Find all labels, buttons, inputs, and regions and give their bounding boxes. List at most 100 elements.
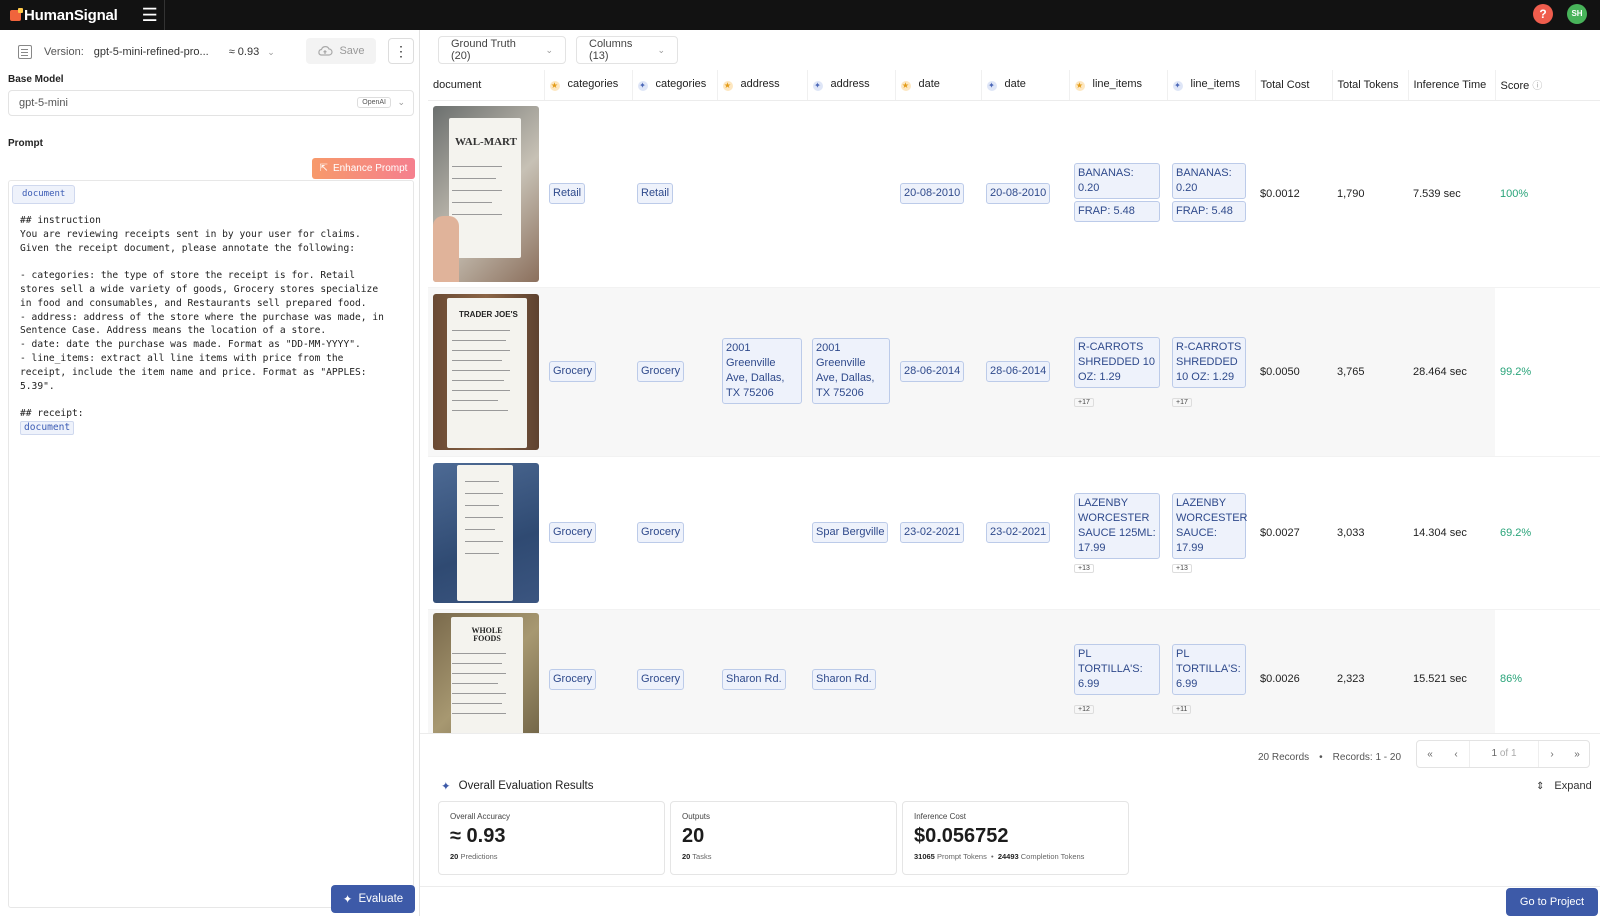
pred-category-chip[interactable]: Grocery [637, 522, 685, 543]
prompt-editor[interactable]: document ## instruction You are reviewin… [8, 180, 414, 908]
more-options-icon[interactable]: ⋮ [388, 38, 414, 64]
more-items-badge[interactable]: +11 [1172, 705, 1192, 714]
column-header-inference-time[interactable]: Inference Time [1408, 70, 1496, 101]
pagination-controls: « ‹ 1 of 1 › » [1416, 740, 1590, 768]
pred-line-item-chip[interactable]: BANANAS: 0.20 [1172, 163, 1246, 199]
bottom-action-bar [420, 886, 1600, 916]
prompt-editor-panel: Version: gpt-5-mini-refined-pro... ≈ 0.9… [0, 30, 420, 916]
pred-category-chip[interactable]: Retail [637, 183, 674, 204]
card-title: Inference Cost [914, 812, 967, 821]
chevron-down-icon: ⌄ [267, 46, 275, 57]
column-header-date-pred[interactable]: ✦ date [981, 70, 1070, 101]
expand-button[interactable]: ⇕ Expand [1536, 780, 1592, 792]
go-to-project-button[interactable]: Go to Project [1506, 888, 1598, 916]
more-items-badge[interactable]: +12 [1074, 705, 1094, 714]
more-items-badge[interactable]: +17 [1074, 397, 1094, 407]
brand-logo-icon [10, 7, 23, 21]
more-items-badge[interactable]: +13 [1172, 563, 1192, 573]
gt-date-chip[interactable]: 20-08-2010 [900, 183, 965, 204]
base-model-select[interactable]: gpt-5-mini OpenAI ⌄ [8, 90, 414, 116]
gt-date-chip[interactable]: 23-02-2021 [900, 522, 965, 543]
receipt-text-line [452, 369, 511, 371]
table-row[interactable]: WAL-MART Retail Retail 20-08-2010 20-08-… [428, 100, 1600, 288]
pred-line-item-chip[interactable]: FRAP: 5.48 [1172, 201, 1246, 222]
receipt-image[interactable]: WAL-MART [433, 105, 539, 282]
prompt-text[interactable]: ## instruction You are reviewing receipt… [20, 214, 410, 435]
save-button[interactable]: Save [306, 38, 376, 64]
column-header-score[interactable]: Score ⓘ [1495, 70, 1600, 101]
previous-page-icon[interactable]: ‹ [1443, 749, 1469, 760]
receipt-image[interactable] [433, 462, 539, 603]
next-page-icon[interactable]: › [1539, 749, 1565, 760]
receipt-image[interactable]: WHOLE FOODS [433, 613, 539, 734]
gt-category-chip[interactable]: Retail [549, 183, 586, 204]
ground-truth-filter[interactable]: Ground Truth (20) ⌄ [438, 36, 566, 64]
column-header-line-items-gt[interactable]: ★ line_items [1069, 70, 1168, 101]
brand-logo[interactable]: HumanSignal [0, 7, 118, 24]
enhance-prompt-button[interactable]: ⇱ Enhance Prompt [312, 158, 415, 179]
results-table: document ★ categories ✦ categories ★ addres… [428, 70, 1600, 734]
receipt-thumbnail-cell[interactable]: WAL-MART [428, 100, 544, 288]
column-header-total-tokens[interactable]: Total Tokens [1332, 70, 1409, 101]
last-page-icon[interactable]: » [1565, 749, 1589, 760]
gt-line-item-chip[interactable]: LAZENBY WORCESTER SAUCE 125ML: 17.99 [1074, 492, 1160, 559]
gt-address-chip[interactable]: 2001 Greenville Ave, Dallas, TX 75206 [722, 337, 802, 404]
gt-category-chip[interactable]: Grocery [549, 522, 597, 543]
evaluate-button[interactable]: ✦ Evaluate [331, 885, 415, 913]
column-header-categories-gt[interactable]: ★ categories [544, 70, 633, 101]
inference-cost-card: Inference Cost $0.056752 31065 Prompt To… [902, 801, 1129, 875]
pred-date-chip[interactable]: 20-08-2010 [986, 183, 1051, 204]
column-header-date-gt[interactable]: ★ date [895, 70, 982, 101]
receipt-thumbnail-cell[interactable]: TRADER JOE'S [428, 287, 544, 457]
column-header-categories-pred[interactable]: ✦ categories [632, 70, 718, 101]
pred-address-chip[interactable]: Sharon Rd. [812, 668, 876, 690]
pred-category-chip[interactable]: Grocery [637, 668, 685, 690]
column-header-total-cost[interactable]: Total Cost [1255, 70, 1333, 101]
pred-date-chip[interactable]: 28-06-2014 [986, 361, 1051, 382]
total-cost-cell: $0.0026 [1255, 609, 1332, 734]
user-avatar[interactable]: SH [1567, 4, 1587, 24]
table-row[interactable]: WHOLE FOODS Grocery Grocery Sharon Rd. S… [428, 609, 1600, 734]
gt-line-item-chip[interactable]: FRAP: 5.48 [1074, 201, 1160, 222]
column-header-address-gt[interactable]: ★ address [717, 70, 808, 101]
gt-date-chip[interactable]: 28-06-2014 [900, 361, 965, 382]
columns-filter[interactable]: Columns (13) ⌄ [576, 36, 678, 64]
column-header-line-items-pred[interactable]: ✦ line_items [1167, 70, 1256, 101]
page-indicator[interactable]: 1 of 1 [1469, 741, 1539, 767]
pred-address-chip[interactable]: Spar Bergville [812, 522, 889, 543]
gt-category-chip[interactable]: Grocery [549, 361, 597, 382]
card-subtitle: 20 Predictions [450, 852, 498, 861]
receipt-image[interactable]: TRADER JOE'S [433, 293, 539, 450]
variable-chip-document[interactable]: document [12, 185, 76, 204]
version-selector[interactable]: Version: gpt-5-mini-refined-pro... ≈ 0.9… [8, 38, 294, 66]
column-header-address-pred[interactable]: ✦ address [807, 70, 896, 101]
receipt-thumbnail-cell[interactable]: WHOLE FOODS [428, 609, 544, 734]
more-items-badge[interactable]: +13 [1074, 563, 1094, 573]
column-header-document[interactable]: document [428, 70, 545, 101]
columns-label: Columns (13) [589, 38, 633, 62]
gt-category-chip[interactable]: Grocery [549, 668, 597, 690]
help-icon[interactable]: ? [1533, 4, 1553, 24]
first-page-icon[interactable]: « [1417, 749, 1443, 760]
gt-line-item-chip[interactable]: BANANAS: 0.20 [1074, 163, 1160, 199]
pred-line-item-chip[interactable]: LAZENBY WORCESTER SAUCE: 17.99 [1172, 492, 1248, 559]
gt-address-chip[interactable]: Sharon Rd. [722, 668, 786, 690]
more-items-badge[interactable]: +17 [1172, 397, 1192, 407]
receipt-thumbnail-cell[interactable] [428, 456, 544, 610]
total-cost-cell: $0.0027 [1255, 456, 1332, 610]
table-row[interactable]: Grocery Grocery Spar Bergville 23-02-202… [428, 456, 1600, 610]
receipt-text-line [452, 713, 507, 714]
gt-line-item-chip[interactable]: PL TORTILLA'S: 6.99 [1074, 644, 1160, 695]
pred-line-item-chip[interactable]: PL TORTILLA'S: 6.99 [1172, 644, 1246, 695]
gt-line-item-chip[interactable]: R-CARROTS SHREDDED 10 OZ: 1.29 [1074, 336, 1160, 388]
pred-address-chip[interactable]: 2001 Greenville Ave, Dallas, TX 75206 [812, 337, 890, 404]
receipt-text-line [452, 379, 505, 381]
table-row[interactable]: TRADER JOE'S Grocery Grocery 2001 Greenv… [428, 287, 1600, 457]
inline-variable-document[interactable]: document [20, 420, 75, 435]
hamburger-menu-icon[interactable]: ☰ [138, 0, 162, 30]
pred-line-item-chip[interactable]: R-CARROTS SHREDDED 10 OZ: 1.29 [1172, 336, 1246, 388]
chevron-down-icon: ⌄ [397, 97, 405, 107]
ground-truth-star-icon: ★ [549, 81, 560, 92]
pred-category-chip[interactable]: Grocery [637, 361, 685, 382]
pred-date-chip[interactable]: 23-02-2021 [986, 522, 1051, 543]
